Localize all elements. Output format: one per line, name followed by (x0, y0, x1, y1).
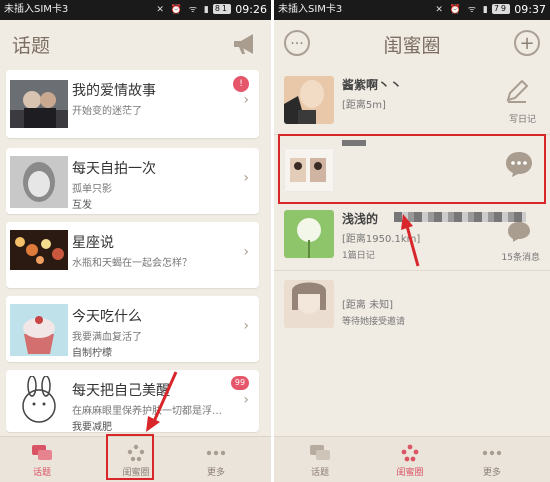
status-icons: ✕ ⏰ ᯤ ▮ 81 (156, 4, 231, 15)
flower-icon (401, 444, 419, 462)
bottom-tab-bar: 话题 闺蜜圈 更多 (274, 436, 550, 482)
notification-badge: 99 (231, 376, 249, 390)
tab-more[interactable]: 更多 (176, 437, 256, 482)
megaphone-icon[interactable] (231, 32, 259, 56)
topic-thumbnail (10, 80, 68, 128)
invite-status: 等待她接受邀请 (342, 317, 406, 327)
clock: 09:37 (514, 3, 546, 16)
friend-distance: [距离5m] (342, 100, 386, 111)
topic-subtitle: 水瓶和天蝎在一起会怎样？ (72, 258, 192, 269)
message-count[interactable]: 15条消息 (502, 250, 540, 263)
topics-screen: 未插入SIM卡3 ✕ ⏰ ᯤ ▮ 81 09:26 话题 我的爱情故事 开始变的迷… (0, 0, 271, 482)
carrier-label: 未插入SIM卡3 (4, 4, 69, 15)
topic-title: 今天吃什么 (72, 309, 142, 325)
topic-thumbnail (10, 156, 68, 208)
topic-subtitle: 开始变的迷茫了 (72, 106, 142, 117)
tab-label: 话题 (32, 468, 51, 478)
topic-latest-post: 自制柠檬 (72, 348, 112, 359)
friends-circle-screen: 未插入SIM卡3 ✕ ⏰ ᯤ ▮ 79 09:37 ··· 闺蜜圈 + 酱紫啊丶丶… (274, 0, 550, 482)
page-title: 话题 (12, 35, 51, 57)
notification-badge: ! (233, 76, 249, 92)
message-icon[interactable] (506, 222, 532, 242)
more-dots-icon (482, 450, 502, 456)
topic-card[interactable]: 今天吃什么 我要满血复活了 自制柠檬 › (6, 296, 259, 362)
battery-icon: 79 (491, 4, 510, 14)
topic-card[interactable]: 每天自拍一次 孤单只影 互发 › (6, 148, 259, 214)
chat-bubbles-icon (310, 445, 330, 460)
tab-label: 话题 (310, 468, 329, 478)
topic-title: 每天自拍一次 (72, 161, 156, 177)
pointer-arrow (401, 214, 420, 267)
highlight-box (106, 434, 154, 480)
carrier-label: 未插入SIM卡3 (278, 4, 343, 15)
status-bar: 未插入SIM卡3 ✕ ⏰ ᯤ ▮ 79 09:37 (274, 0, 550, 20)
diary-count: 1篇日记 (342, 251, 375, 261)
friend-row[interactable]: 酱紫啊丶丶 [距离5m] 写日记 (274, 70, 550, 132)
topic-title: 星座说 (72, 235, 114, 251)
topic-card[interactable]: 我的爱情故事 开始变的迷茫了 ! › (6, 70, 259, 138)
add-friend-button[interactable]: + (514, 30, 540, 56)
chevron-right-icon: › (243, 170, 249, 186)
battery-icon: 81 (212, 4, 231, 14)
friend-name: 浅浅的 (342, 212, 379, 226)
topic-thumbnail (10, 376, 68, 428)
tab-label: 更多 (206, 468, 225, 478)
write-diary-label[interactable]: 写日记 (509, 112, 536, 125)
title-bar: 话题 (0, 20, 271, 66)
tab-topics[interactable]: 话题 (280, 437, 360, 482)
status-bar: 未插入SIM卡3 ✕ ⏰ ᯤ ▮ 81 09:26 (0, 0, 271, 20)
topic-thumbnail (10, 304, 68, 356)
topic-thumbnail (10, 230, 68, 270)
status-icons: ✕ ⏰ ᯤ ▮ 79 (435, 4, 510, 15)
clock: 09:26 (235, 3, 267, 16)
topic-subtitle: 我要满血复活了 (72, 332, 142, 343)
divider (274, 270, 550, 271)
pointer-arrow (146, 371, 178, 432)
friend-avatar (284, 210, 334, 258)
tab-topics[interactable]: 话题 (2, 437, 82, 482)
friend-distance: [距离 未知] (342, 300, 393, 311)
chevron-right-icon: › (243, 92, 249, 108)
page-title: 闺蜜圈 (383, 35, 441, 57)
more-dots-icon (206, 450, 226, 456)
topic-card[interactable]: 星座说 水瓶和天蝎在一起会怎样？ › (6, 222, 259, 288)
tab-label: 闺蜜圈 (396, 468, 424, 478)
topic-latest-post: 我要减肥 (72, 422, 112, 433)
chevron-right-icon: › (243, 244, 249, 260)
pencil-icon[interactable] (504, 78, 530, 104)
friend-row[interactable]: [距离 未知] 等待她接受邀请 (274, 274, 550, 336)
tab-more[interactable]: 更多 (452, 437, 532, 482)
chevron-right-icon: › (243, 318, 249, 334)
topic-title: 我的爱情故事 (72, 83, 156, 99)
chat-bubbles-icon (32, 445, 52, 460)
friend-name: 酱紫啊丶丶 (342, 78, 403, 92)
tab-friends-circle[interactable]: 闺蜜圈 (370, 437, 450, 482)
highlight-box (278, 134, 546, 204)
title-bar: ··· 闺蜜圈 + (274, 20, 550, 66)
chevron-right-icon: › (243, 392, 249, 408)
topic-card[interactable]: 每天把自己美醒 在麻麻眼里保养护肤一切都是浮… 我要减肥 99 › (6, 370, 259, 433)
friend-avatar (284, 280, 334, 328)
topic-latest-post: 互发 (72, 200, 92, 211)
tab-label: 更多 (482, 468, 501, 478)
topic-subtitle: 孤单只影 (72, 184, 112, 195)
friend-avatar (284, 76, 334, 124)
